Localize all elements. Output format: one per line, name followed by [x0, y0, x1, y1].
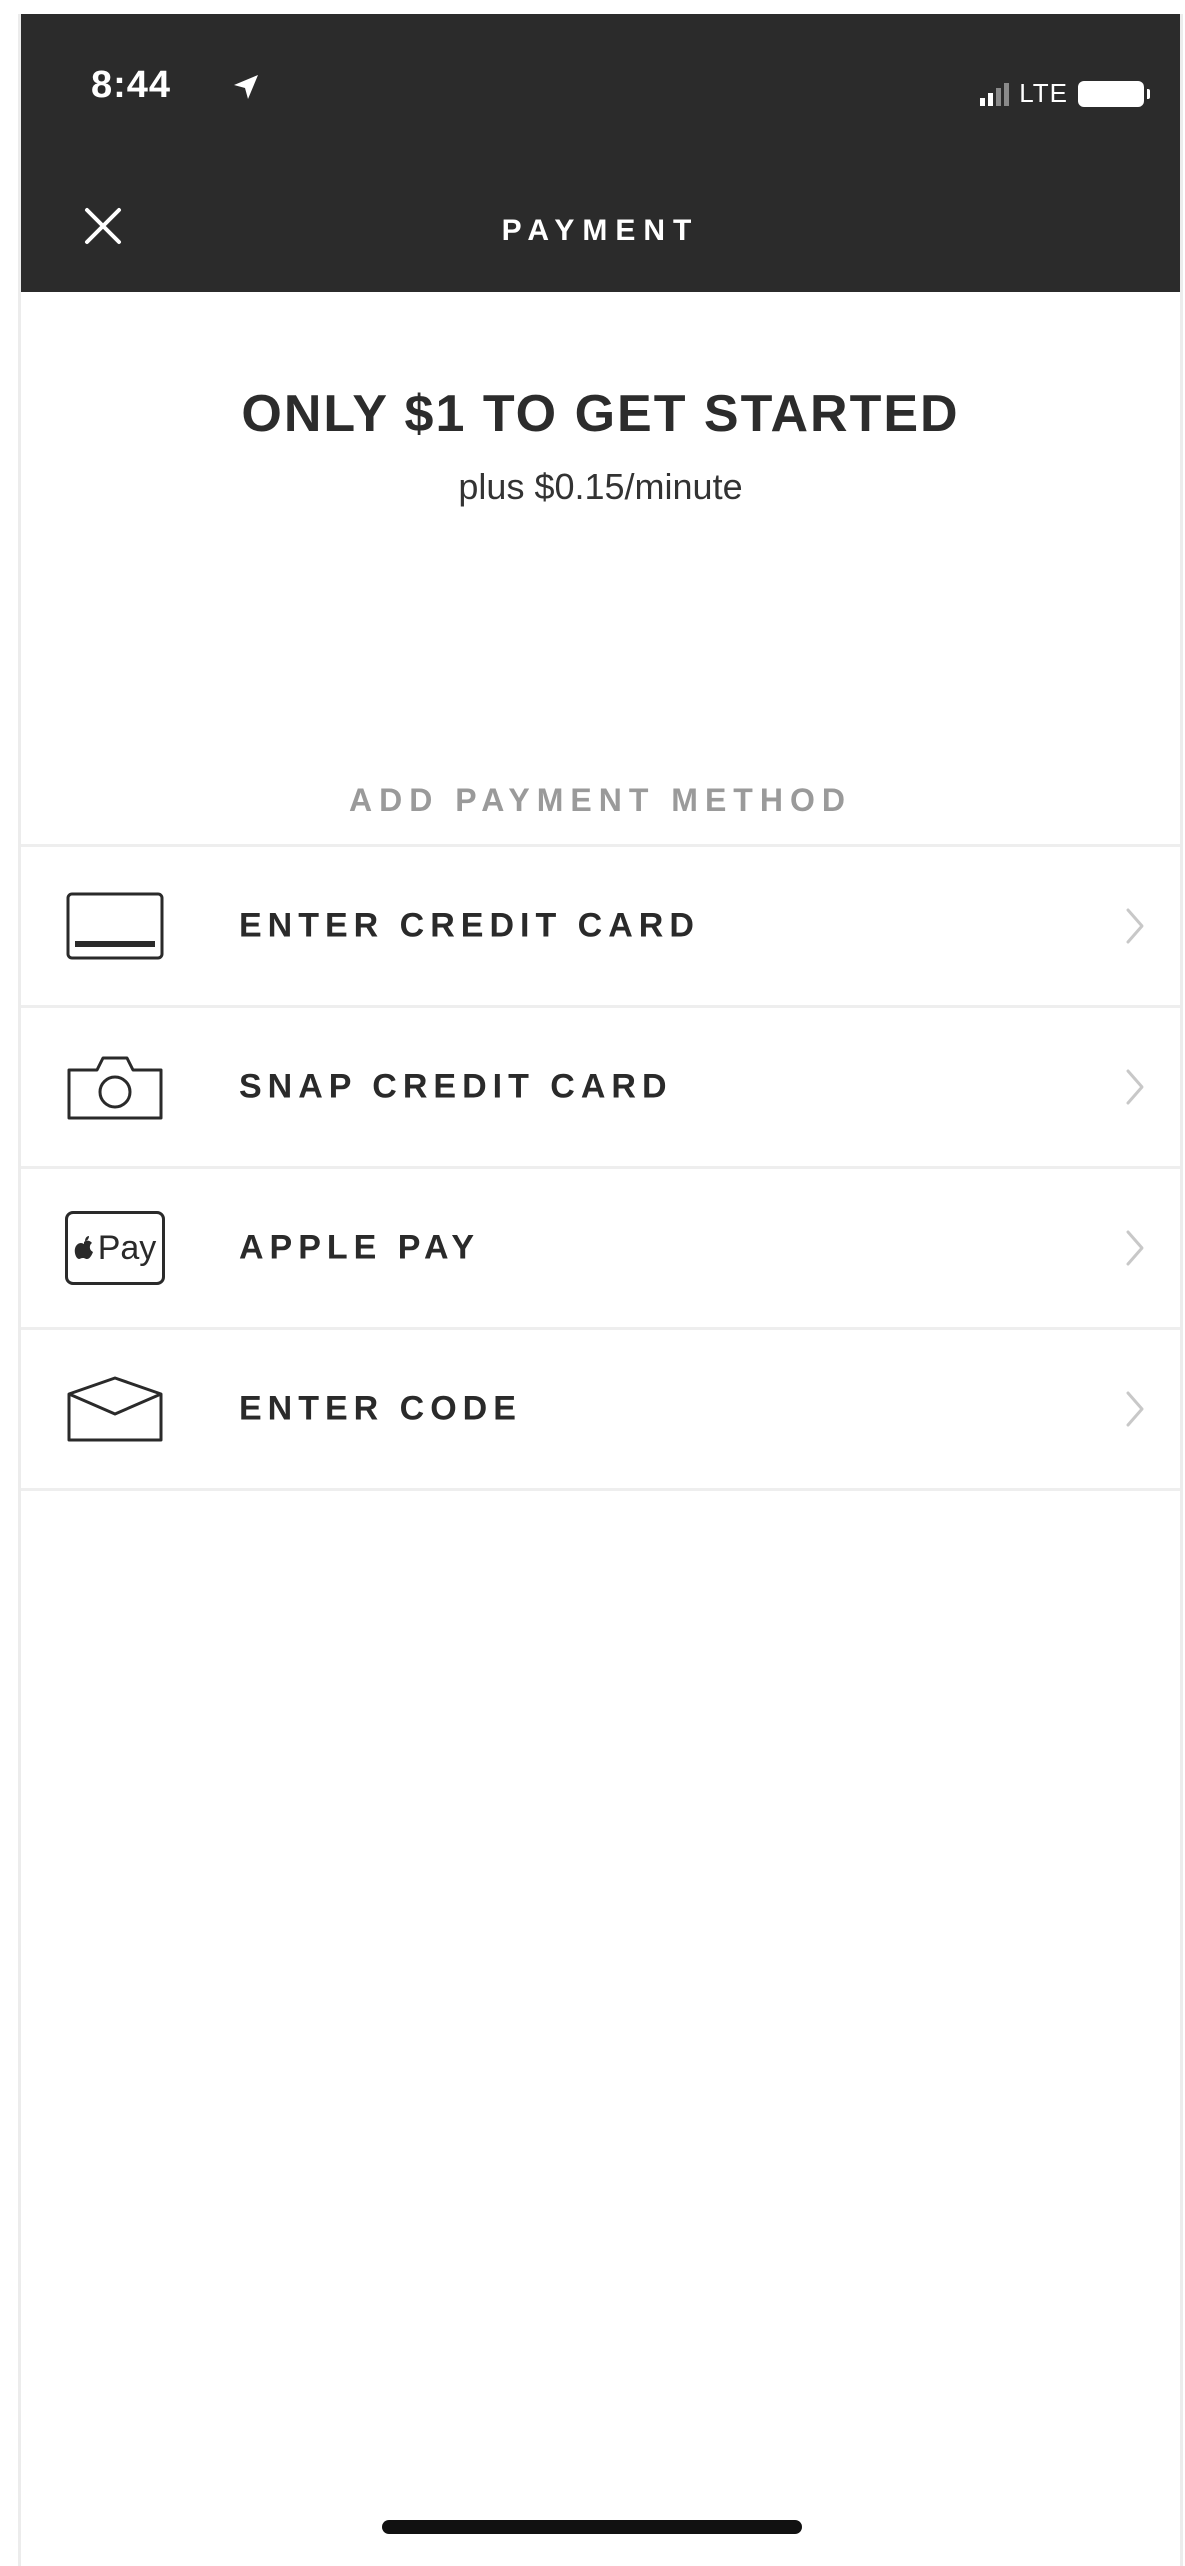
enter-credit-card-label: ENTER CREDIT CARD: [239, 906, 700, 945]
promo-headline: ONLY $1 TO GET STARTED: [241, 385, 960, 443]
chevron-right-icon: [1126, 908, 1144, 944]
payment-screen: 8:44 LTE PAYMENT ONLY $1 TO GET STARTED …: [18, 14, 1183, 2566]
chevron-right-icon: [1126, 1391, 1144, 1427]
chevron-right-icon: [1126, 1230, 1144, 1266]
enter-code-label: ENTER CODE: [239, 1389, 522, 1428]
payment-method-list: ENTER CREDIT CARD SNAP CREDIT CARD Pay A…: [21, 844, 1180, 1491]
location-arrow-icon: [234, 75, 258, 99]
apple-pay-badge: Pay: [65, 1211, 165, 1285]
network-type: LTE: [1019, 78, 1068, 108]
header-bar: 8:44 LTE PAYMENT: [21, 14, 1180, 292]
apple-pay-badge-text: Pay: [97, 1228, 157, 1267]
enter-code-row[interactable]: ENTER CODE: [21, 1330, 1180, 1491]
camera-icon: [65, 1051, 165, 1123]
signal-strength-icon: [980, 82, 1010, 106]
battery-icon: [1078, 80, 1150, 107]
envelope-icon: [65, 1373, 165, 1445]
apple-pay-row[interactable]: Pay APPLE PAY: [21, 1169, 1180, 1330]
apple-pay-label: APPLE PAY: [239, 1228, 481, 1267]
chevron-right-icon: [1126, 1069, 1144, 1105]
credit-card-icon: [65, 890, 165, 962]
enter-credit-card-row[interactable]: ENTER CREDIT CARD: [21, 847, 1180, 1008]
snap-credit-card-row[interactable]: SNAP CREDIT CARD: [21, 1008, 1180, 1169]
promo-subheadline: plus $0.15/minute: [458, 466, 743, 507]
section-label: ADD PAYMENT METHOD: [349, 782, 852, 818]
apple-logo-icon: [74, 1236, 93, 1259]
snap-credit-card-label: SNAP CREDIT CARD: [239, 1067, 673, 1106]
status-time: 8:44: [91, 64, 172, 106]
apple-pay-icon: Pay: [65, 1211, 165, 1285]
page-title: PAYMENT: [501, 214, 700, 247]
home-indicator[interactable]: [382, 2520, 802, 2534]
status-indicators: LTE: [980, 78, 1150, 109]
